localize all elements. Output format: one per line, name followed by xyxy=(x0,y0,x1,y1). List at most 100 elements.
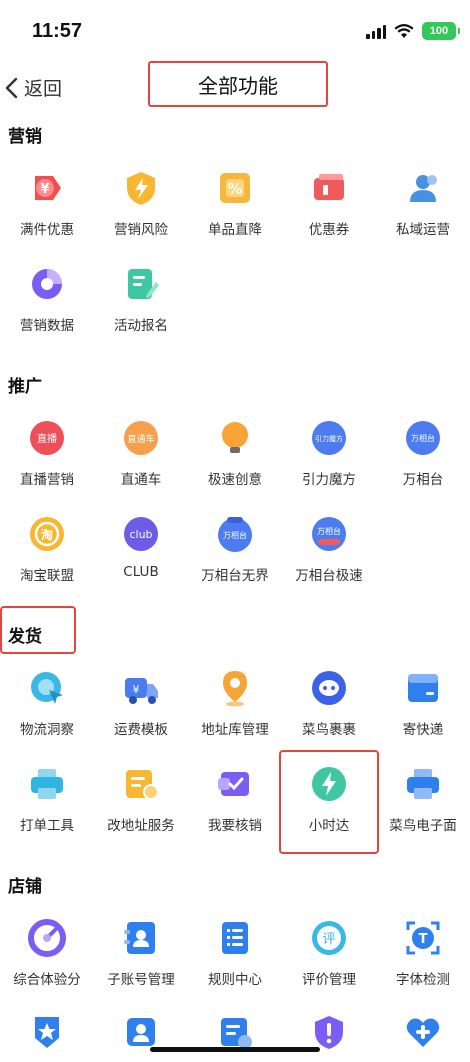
feature-item[interactable] xyxy=(282,1012,376,1052)
feature-item[interactable]: 万相台 万相台 xyxy=(376,418,470,488)
feature-item[interactable]: 综合体验分 xyxy=(0,918,94,988)
feature-item[interactable] xyxy=(188,1012,282,1052)
wanxiangtai-wujie-badge-text: 万相台 xyxy=(223,530,247,540)
doc-check-icon xyxy=(215,1012,255,1052)
address-change-icon xyxy=(121,764,161,804)
feature-item[interactable]: ¥ 运费模板 xyxy=(94,668,188,738)
pie-chart-icon xyxy=(27,264,67,304)
feature-item[interactable]: 引力魔方 引力魔方 xyxy=(282,418,376,488)
express-car-badge-text: 直通车 xyxy=(127,433,154,445)
feature-label: 营销风险 xyxy=(114,222,168,238)
feature-item[interactable]: 菜鸟裹裹 xyxy=(282,668,376,738)
feature-label: 满件优惠 xyxy=(20,222,74,238)
promotion-row-2: 淘 淘宝联盟 club CLUB 万相台 万相台无界 万相台 万相台极速 xyxy=(0,514,470,594)
promotion-row-1: 直播 直播营销 直通车 直通车 极速创意 引力魔方 引力魔方 万相台 万相台 xyxy=(0,418,470,498)
feature-item[interactable] xyxy=(94,1012,188,1052)
feature-item[interactable]: % 单品直降 xyxy=(188,168,282,238)
back-button[interactable]: 返回 xyxy=(4,74,62,101)
location-pin-icon xyxy=(215,668,255,708)
feature-item[interactable]: club CLUB xyxy=(94,514,188,580)
feature-label: 引力魔方 xyxy=(302,472,356,488)
wanxiangtai-icon: 万相台 xyxy=(403,418,443,458)
section-title-marketing: 营销 xyxy=(8,127,42,147)
feature-label: 小时达 xyxy=(308,818,350,834)
nav-bar: 返回 全部功能 xyxy=(0,61,470,114)
club-icon: club xyxy=(121,514,161,554)
feature-item[interactable]: 营销数据 xyxy=(0,264,94,334)
section-title-promotion: 推广 xyxy=(8,377,42,397)
wanxiangtai-badge-text: 万相台 xyxy=(411,433,435,443)
status-icons: 100 xyxy=(366,22,460,40)
feature-label: 单品直降 xyxy=(208,222,262,238)
edit-form-icon xyxy=(121,264,161,304)
page-title-text: 全部功能 xyxy=(198,73,278,98)
font-check-icon: T xyxy=(403,918,443,958)
hourly-delivery-icon xyxy=(309,764,349,804)
feature-label: 万相台无界 xyxy=(201,568,269,584)
feature-item[interactable]: 万相台 万相台极速 xyxy=(282,514,376,584)
review-icon: 评 xyxy=(309,918,349,958)
wanxiangtai-jisu-badge-text: 万相台 xyxy=(317,526,341,536)
feature-item[interactable]: 打单工具 xyxy=(0,764,94,834)
store-row-2 xyxy=(0,1012,470,1062)
feature-item[interactable]: 直播 直播营销 xyxy=(0,418,94,488)
feature-item[interactable]: 子账号管理 xyxy=(94,918,188,988)
feature-label: 营销数据 xyxy=(20,318,74,334)
feature-label: 评价管理 xyxy=(302,972,356,988)
id-card-icon xyxy=(121,1012,161,1052)
feature-item[interactable]: 淘 淘宝联盟 xyxy=(0,514,94,584)
e-waybill-icon xyxy=(403,764,443,804)
feature-item[interactable]: 直通车 直通车 xyxy=(94,418,188,488)
feature-item[interactable]: 规则中心 xyxy=(188,918,282,988)
taobao-union-icon: 淘 xyxy=(27,514,67,554)
feature-item[interactable]: 我要核销 xyxy=(188,764,282,834)
feature-item[interactable]: 私域运营 xyxy=(376,168,470,238)
home-indicator[interactable] xyxy=(150,1047,320,1052)
feature-label: CLUB xyxy=(123,564,159,580)
feature-label: 地址库管理 xyxy=(201,722,269,738)
feature-label: 菜鸟电子面 xyxy=(389,818,457,834)
wifi-icon xyxy=(394,24,414,38)
feature-item[interactable]: 优惠券 xyxy=(282,168,376,238)
lightning-shield-icon xyxy=(121,168,161,208)
coupon-icon xyxy=(309,168,349,208)
feature-item[interactable]: 评 评价管理 xyxy=(282,918,376,988)
alert-shield-icon xyxy=(309,1012,349,1052)
store-row-1: 综合体验分 子账号管理 规则中心 评 评价管理 T 字体检测 xyxy=(0,918,470,998)
feature-item[interactable]: 寄快递 xyxy=(376,668,470,738)
feature-item[interactable]: 改地址服务 xyxy=(94,764,188,834)
feature-item[interactable]: 物流洞察 xyxy=(0,668,94,738)
feature-item[interactable]: 地址库管理 xyxy=(188,668,282,738)
feature-item[interactable]: 万相台 万相台无界 xyxy=(188,514,282,584)
club-badge-text: club xyxy=(129,528,152,541)
feature-label: 字体检测 xyxy=(396,972,450,988)
feature-label: 规则中心 xyxy=(208,972,262,988)
feature-item[interactable]: 极速创意 xyxy=(188,418,282,488)
feature-item[interactable]: 菜鸟电子面 xyxy=(376,764,470,834)
delivery-truck-icon: ¥ xyxy=(121,668,161,708)
feature-label: 私域运营 xyxy=(396,222,450,238)
logistics-insight-icon xyxy=(27,668,67,708)
feature-item[interactable]: T 字体检测 xyxy=(376,918,470,988)
feature-label: 直播营销 xyxy=(20,472,74,488)
feature-label: 万相台极速 xyxy=(295,568,363,584)
signal-icon xyxy=(366,23,386,39)
heart-plus-icon xyxy=(403,1012,443,1052)
feature-label: 子账号管理 xyxy=(107,972,175,988)
feature-item[interactable] xyxy=(0,1012,94,1052)
feature-label: 寄快递 xyxy=(402,722,444,738)
feature-item[interactable] xyxy=(376,1012,470,1052)
section-title-shipping: 发货 xyxy=(8,627,42,647)
feature-item[interactable]: 小时达 xyxy=(282,764,376,834)
wanxiangtai-wujie-icon: 万相台 xyxy=(215,514,255,554)
feature-item[interactable]: 营销风险 xyxy=(94,168,188,238)
feature-item[interactable]: ¥ 满件优惠 xyxy=(0,168,94,238)
feature-label: 淘宝联盟 xyxy=(20,568,74,584)
review-badge-text: 评 xyxy=(322,932,335,947)
star-shield-icon xyxy=(27,1012,67,1052)
feature-label: 直通车 xyxy=(120,472,162,488)
svg-text:¥: ¥ xyxy=(40,182,49,197)
feature-label: 物流洞察 xyxy=(20,722,74,738)
feature-item[interactable]: 活动报名 xyxy=(94,264,188,334)
svg-text:¥: ¥ xyxy=(133,683,140,696)
